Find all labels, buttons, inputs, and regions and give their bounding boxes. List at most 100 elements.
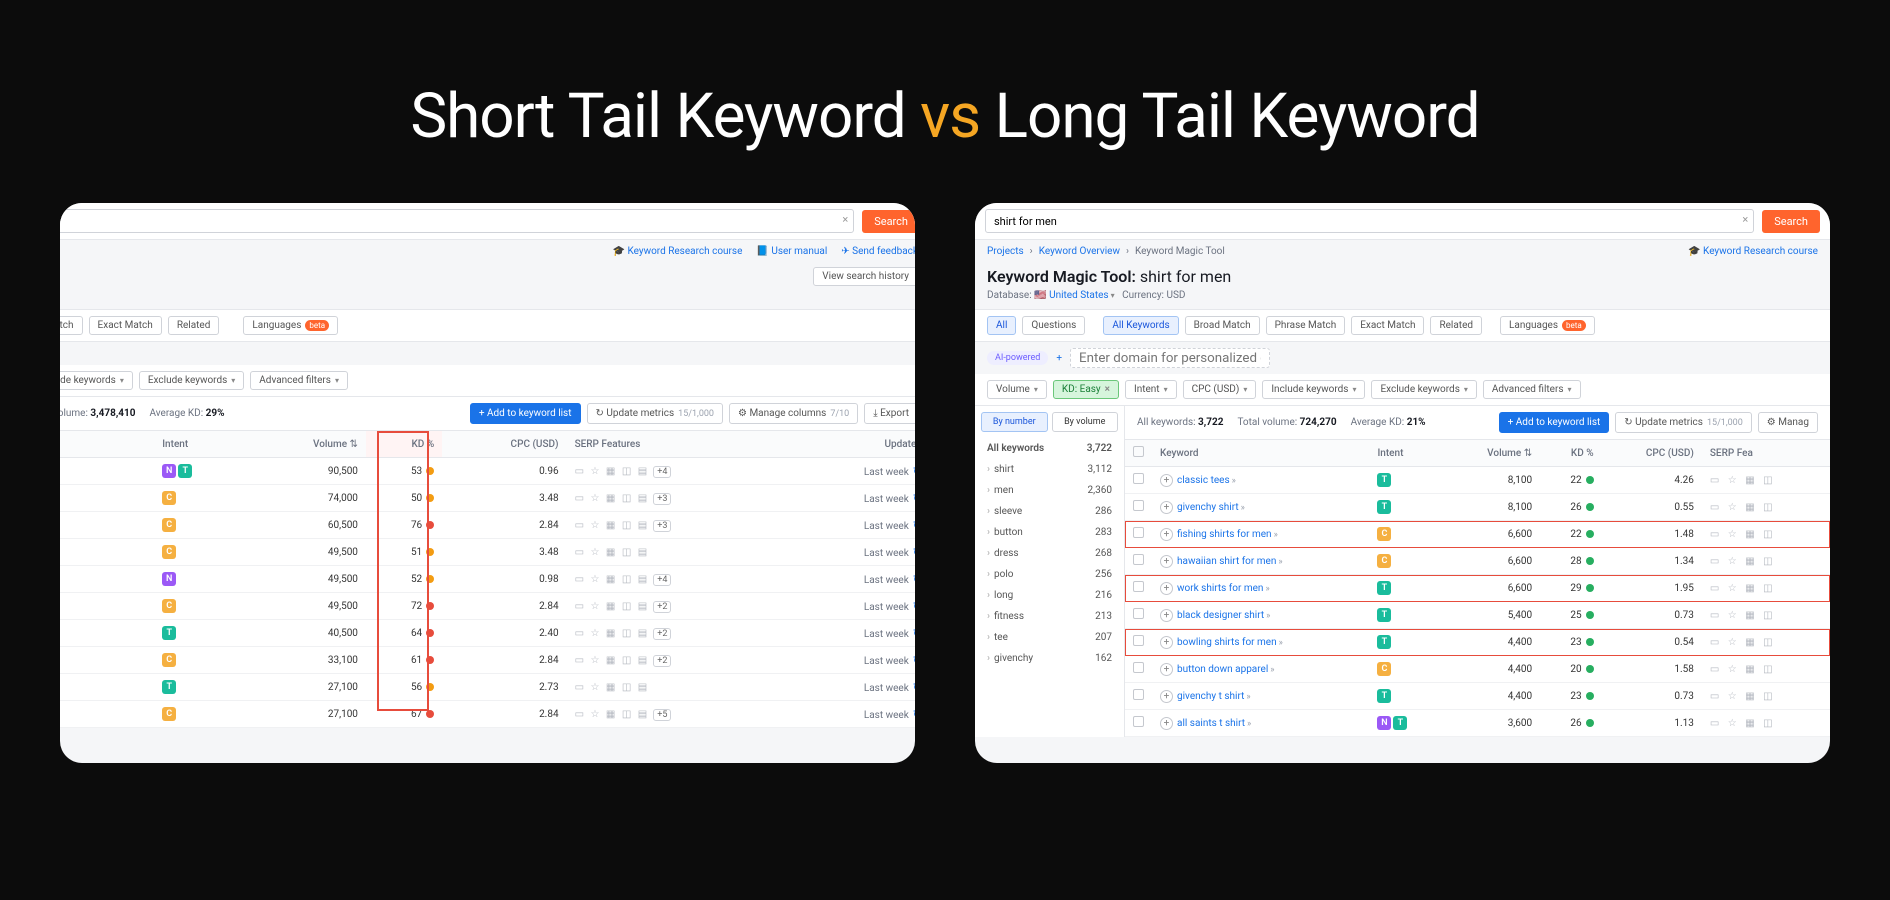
expand-icon[interactable]: + [1160,555,1173,568]
expand-icon[interactable]: + [1160,663,1173,676]
row-action-icons[interactable]: ▭ ☆ ▦ ◫ [1710,691,1776,702]
row-checkbox[interactable] [1133,500,1144,511]
sidebar-item[interactable]: ›men2,360 [983,480,1116,501]
refresh-icon[interactable]: ↻ [913,654,915,667]
add-keyword-button[interactable]: + Add to keyword list [1499,412,1610,433]
sidebar-item[interactable]: ›sleeve286 [983,501,1116,522]
tab-phrase[interactable]: Phrase Match [1266,316,1346,335]
serp-more[interactable]: +4 [653,574,671,586]
search-button[interactable]: Search [1762,210,1820,233]
serp-more[interactable]: +2 [653,601,671,613]
th-serp[interactable]: SERP Features [567,431,786,458]
row-action-icons[interactable]: ▭ ☆ ▦ ◫ [1710,556,1776,567]
expand-icon[interactable]: + [1160,636,1173,649]
tab-exact[interactable]: Exact Match [89,316,162,335]
serp-more[interactable]: +3 [653,493,671,505]
th-volume[interactable]: Volume ⇅ [247,431,365,458]
history-button[interactable]: View search history [813,267,915,286]
keyword-link[interactable]: givenchy t shirt» [1177,691,1251,702]
manage-columns-button[interactable]: ⚙ Manag [1758,412,1818,433]
search-input[interactable] [985,209,1754,233]
search-button[interactable]: Search [862,210,915,233]
row-action-icons[interactable]: ▭ ☆ ▦ ◫ [1710,529,1776,540]
crumb-projects[interactable]: Projects [987,246,1024,257]
th-intent[interactable]: Intent [154,431,247,458]
keyword-link[interactable]: classic tees» [1177,475,1236,486]
filter-cpc[interactable]: CPC (USD) [1183,380,1257,399]
tab-phrase[interactable]: Phrase Match [60,316,83,335]
clear-icon[interactable]: × [1742,213,1748,226]
row-checkbox[interactable] [1133,581,1144,592]
keyword-link[interactable]: work shirts for men» [1177,583,1270,594]
th-serp[interactable]: SERP Fea [1702,440,1830,467]
filter-kd-easy[interactable]: KD: Easy × [1053,380,1119,399]
add-keyword-button[interactable]: + Add to keyword list [470,403,581,424]
update-metrics-button[interactable]: ↻ Update metrics15/1,000 [1615,412,1752,433]
row-action-icons[interactable]: ▭ ☆ ▦ ◫ [1710,502,1776,513]
filter-include[interactable]: Include keywords [60,371,133,390]
th-intent[interactable]: Intent [1369,440,1444,467]
expand-icon[interactable]: + [1160,528,1173,541]
row-checkbox[interactable] [1133,473,1144,484]
tab-questions[interactable]: Questions [1022,316,1085,335]
expand-icon[interactable]: + [1160,690,1173,703]
manage-columns-button[interactable]: ⚙ Manage columns7/10 [729,403,858,424]
row-action-icons[interactable]: ▭ ☆ ▦ ◫ [1710,610,1776,621]
tab-broad[interactable]: Broad Match [1185,316,1260,335]
checkbox-all[interactable] [1133,446,1144,457]
row-action-icons[interactable]: ▭ ☆ ▦ ◫ [1710,718,1776,729]
keyword-link[interactable]: fishing shirts for men» [1177,529,1278,540]
th-volume[interactable]: Volume ⇅ [1445,440,1541,467]
db-select[interactable]: United States [1049,290,1115,301]
filter-intent[interactable]: Intent [1125,380,1177,399]
row-checkbox[interactable] [1133,689,1144,700]
row-action-icons[interactable]: ▭ ☆ ▦ ◫ [1710,475,1776,486]
link-course[interactable]: 🎓 Keyword Research course [1688,246,1818,257]
row-action-icons[interactable]: ▭ ☆ ▦ ◫ [1710,583,1776,594]
update-metrics-button[interactable]: ↻ Update metrics15/1,000 [587,403,724,424]
sidebar-item[interactable]: ›polo256 [983,564,1116,585]
th-cpc[interactable]: CPC (USD) [1602,440,1702,467]
sidebar-item[interactable]: ›dress268 [983,543,1116,564]
expand-icon[interactable]: + [1160,609,1173,622]
sidebar-item[interactable]: ›button283 [983,522,1116,543]
sidebar-item[interactable]: ›fitness213 [983,606,1116,627]
th-cpc[interactable]: CPC (USD) [442,431,566,458]
row-checkbox[interactable] [1133,527,1144,538]
sidebar-item[interactable]: ›long216 [983,585,1116,606]
refresh-icon[interactable]: ↻ [913,492,915,505]
th-kd[interactable]: KD % [366,431,442,458]
link-feedback[interactable]: ✈ Send feedback [841,246,915,257]
refresh-icon[interactable]: ↻ [913,627,915,640]
tab-allkw[interactable]: All Keywords [1103,316,1178,335]
filter-advanced[interactable]: Advanced filters [250,371,348,390]
export-button[interactable]: ⤓ Export [864,403,915,424]
filter-exclude[interactable]: Exclude keywords [139,371,244,390]
expand-icon[interactable]: + [1160,582,1173,595]
row-checkbox[interactable] [1133,608,1144,619]
tab-exact[interactable]: Exact Match [1351,316,1424,335]
keyword-link[interactable]: givenchy shirt» [1177,502,1245,513]
refresh-icon[interactable]: ↻ [913,519,915,532]
expand-icon[interactable]: + [1160,717,1173,730]
th-keyword[interactable]: Keyword [1152,440,1369,467]
link-course[interactable]: 🎓 Keyword Research course [613,246,743,257]
expand-icon[interactable]: + [1160,474,1173,487]
side-all[interactable]: All keywords3,722 [983,438,1116,459]
keyword-link[interactable]: hawaiian shirt for men» [1177,556,1283,567]
keyword-link[interactable]: bowling shirts for men» [1177,637,1283,648]
refresh-icon[interactable]: ↻ [913,708,915,721]
filter-volume[interactable]: Volume [987,380,1047,399]
tab-languages[interactable]: Languages [1500,316,1595,335]
refresh-icon[interactable]: ↻ [913,573,915,586]
row-action-icons[interactable]: ▭ ☆ ▦ ◫ [1710,664,1776,675]
tab-languages[interactable]: Languages [243,316,338,335]
tab-related[interactable]: Related [1430,316,1482,335]
sidebar-item[interactable]: ›givenchy162 [983,648,1116,669]
refresh-icon[interactable]: ↻ [913,681,915,694]
link-manual[interactable]: 📘 User manual [756,246,827,257]
serp-more[interactable]: +5 [653,709,671,721]
serp-more[interactable]: +2 [653,655,671,667]
clear-icon[interactable]: × [842,213,848,226]
sidebar-item[interactable]: ›tee207 [983,627,1116,648]
